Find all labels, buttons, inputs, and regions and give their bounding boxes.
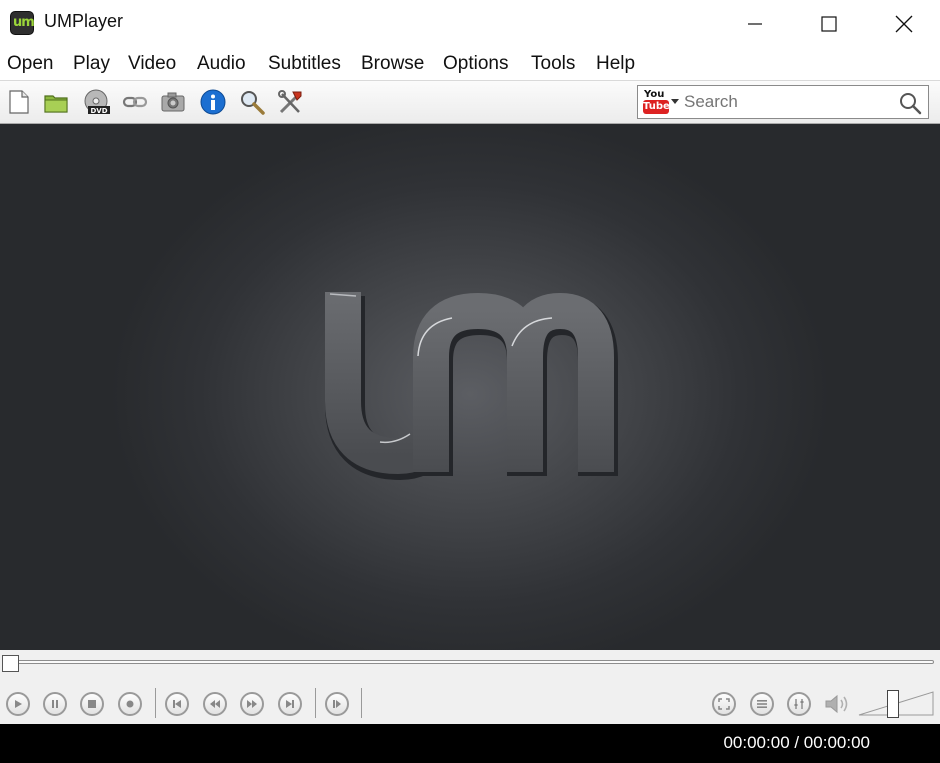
equalizer-icon bbox=[794, 699, 804, 709]
title-bar: um UMPlayer bbox=[0, 0, 940, 48]
menu-browse[interactable]: Browse bbox=[361, 53, 424, 75]
rewind-icon bbox=[210, 700, 220, 708]
open-folder-button[interactable] bbox=[43, 89, 69, 115]
menu-open[interactable]: Open bbox=[7, 53, 53, 75]
playlist-button[interactable] bbox=[750, 692, 774, 716]
find-button[interactable] bbox=[239, 89, 265, 115]
previous-button[interactable] bbox=[165, 692, 189, 716]
dvd-label: DVD bbox=[90, 107, 107, 115]
pause-icon bbox=[52, 700, 58, 708]
pause-button[interactable] bbox=[43, 692, 67, 716]
minimize-icon bbox=[748, 23, 762, 25]
separator bbox=[315, 688, 316, 718]
volume-handle[interactable] bbox=[887, 690, 899, 718]
menu-subtitles[interactable]: Subtitles bbox=[268, 53, 341, 75]
record-icon bbox=[126, 700, 134, 708]
separator bbox=[155, 688, 156, 718]
maximize-button[interactable] bbox=[806, 0, 852, 48]
camera-icon bbox=[161, 92, 185, 112]
open-folder-icon bbox=[44, 95, 68, 113]
menu-audio[interactable]: Audio bbox=[197, 53, 246, 75]
seek-bar[interactable] bbox=[8, 660, 934, 664]
new-file-icon bbox=[9, 90, 29, 114]
new-file-button[interactable] bbox=[6, 89, 32, 115]
fullscreen-button[interactable] bbox=[712, 692, 736, 716]
stop-icon bbox=[88, 700, 96, 708]
video-area[interactable] bbox=[0, 124, 940, 650]
screenshot-button[interactable] bbox=[160, 89, 186, 115]
menu-play[interactable]: Play bbox=[73, 53, 110, 75]
play-button[interactable] bbox=[6, 692, 30, 716]
search-input[interactable] bbox=[684, 90, 894, 114]
dvd-icon: DVD bbox=[84, 89, 110, 115]
link-icon bbox=[122, 96, 148, 108]
volume-slider[interactable] bbox=[857, 688, 935, 720]
seek-area bbox=[0, 650, 940, 684]
umplayer-logo bbox=[325, 292, 618, 480]
youtube-you-text: You bbox=[644, 89, 665, 100]
chevron-down-icon[interactable] bbox=[671, 99, 679, 105]
close-icon bbox=[895, 15, 913, 33]
time-display: 00:00:00 / 00:00:00 bbox=[723, 733, 870, 752]
next-button[interactable] bbox=[278, 692, 302, 716]
search-icon bbox=[241, 91, 265, 115]
close-button[interactable] bbox=[881, 0, 927, 48]
open-url-button[interactable] bbox=[122, 89, 148, 115]
stop-button[interactable] bbox=[80, 692, 104, 716]
fullscreen-icon bbox=[718, 698, 730, 710]
equalizer-button[interactable] bbox=[787, 692, 811, 716]
skip-back-icon bbox=[173, 700, 181, 708]
youtube-search-box[interactable]: You Tube bbox=[637, 85, 929, 119]
youtube-tube-text: Tube bbox=[643, 100, 670, 114]
play-icon bbox=[15, 700, 22, 708]
record-button[interactable] bbox=[118, 692, 142, 716]
info-icon bbox=[200, 89, 226, 115]
app-icon: um bbox=[10, 11, 35, 35]
rewind-button[interactable] bbox=[203, 692, 227, 716]
window-title: UMPlayer bbox=[44, 11, 124, 31]
minimize-button[interactable] bbox=[732, 0, 778, 48]
preferences-button[interactable] bbox=[277, 89, 303, 115]
speaker-icon[interactable] bbox=[823, 692, 851, 716]
youtube-icon: You Tube bbox=[643, 89, 670, 115]
playlist-icon bbox=[757, 700, 767, 708]
maximize-icon bbox=[821, 16, 837, 32]
control-bar bbox=[0, 684, 940, 724]
menu-options[interactable]: Options bbox=[443, 53, 508, 75]
menu-video[interactable]: Video bbox=[128, 53, 176, 75]
frame-step-button[interactable] bbox=[325, 692, 349, 716]
menu-bar: Open Play Video Audio Subtitles Browse O… bbox=[0, 48, 940, 81]
fast-forward-icon bbox=[247, 700, 257, 708]
tools-icon bbox=[278, 90, 302, 114]
info-button[interactable] bbox=[200, 89, 226, 115]
seek-handle[interactable] bbox=[2, 655, 19, 672]
search-icon[interactable] bbox=[898, 91, 922, 115]
menu-tools[interactable]: Tools bbox=[531, 53, 575, 75]
separator bbox=[361, 688, 362, 718]
dvd-button[interactable]: DVD bbox=[83, 89, 110, 115]
forward-button[interactable] bbox=[240, 692, 264, 716]
skip-forward-icon bbox=[286, 700, 294, 708]
status-bar: 00:00:00 / 00:00:00 bbox=[0, 724, 940, 763]
frame-step-icon bbox=[333, 700, 341, 708]
menu-help[interactable]: Help bbox=[596, 53, 635, 75]
